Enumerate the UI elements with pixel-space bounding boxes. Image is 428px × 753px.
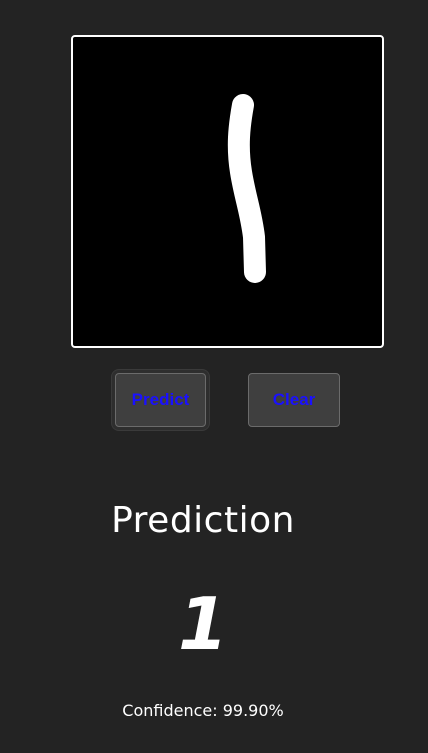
clear-button[interactable]: Clear — [248, 373, 340, 427]
drawing-canvas[interactable] — [71, 35, 384, 348]
predicted-digit: 1 — [177, 582, 229, 666]
predict-button[interactable]: Predict — [115, 373, 206, 427]
prediction-heading: Prediction — [111, 500, 295, 541]
drawn-digit-stroke — [227, 94, 266, 283]
confidence-text: Confidence: 99.90% — [122, 701, 284, 720]
